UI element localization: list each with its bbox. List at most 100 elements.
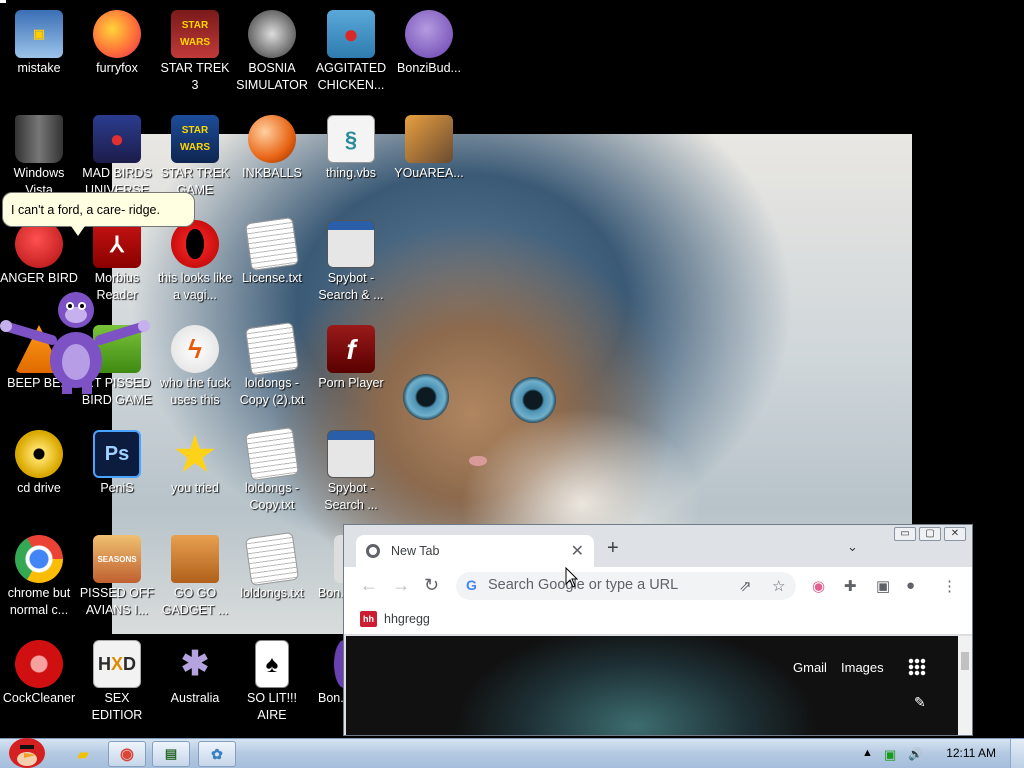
pdf-reader-icon: ⅄ [93, 220, 141, 268]
bookmark-star-icon[interactable]: ☆ [772, 577, 785, 595]
mouse-cursor [565, 567, 579, 588]
chrome-icon: ◉ [120, 746, 134, 763]
angry-bird-icon: ● [327, 10, 375, 58]
puzzle-extensions-icon[interactable]: ✚ [844, 577, 857, 595]
desktop-icon-anger-bird[interactable]: ANGER BIRD [0, 220, 78, 287]
desktop-icon-youarea[interactable]: YOuAREA... [390, 115, 468, 182]
maximize-button[interactable]: ▢ [919, 527, 941, 541]
bonzi-buddy-character[interactable] [0, 282, 150, 394]
desktop-icon-inkballs[interactable]: INKBALLS [233, 115, 311, 182]
close-window-button[interactable]: ✕ [944, 527, 966, 541]
gmail-link[interactable]: Gmail [793, 660, 827, 675]
new-tab-button[interactable]: + [607, 537, 619, 560]
desktop-icon-loldongs-copy-2[interactable]: loldongs - Copy (2).txt [233, 321, 311, 409]
minimize-button[interactable]: ▭ [894, 527, 916, 541]
desktop-icon-license-txt[interactable]: License.txt [233, 216, 311, 287]
desktop-icon-bosnia-simulator[interactable]: BOSNIA SIMULATOR [233, 10, 311, 94]
bookmarks-bar: hh hhgregg [344, 605, 972, 635]
desktop-icon-pissed-off-avians[interactable]: SEASONS PISSED OFF AVIANS I... [78, 535, 156, 619]
desktop-icon-bon-partial-2[interactable]: Bon... [300, 640, 344, 707]
tab-new-tab[interactable]: New Tab ✕ [356, 535, 594, 567]
flash-icon: f [327, 325, 375, 373]
scrollbar-thumb[interactable] [961, 652, 969, 670]
solitaire-icon: ♠ [255, 640, 289, 688]
new-tab-page: Gmail Images ✎ [346, 636, 958, 735]
customize-pencil-icon[interactable]: ✎ [914, 694, 926, 711]
desktop-icon-opera[interactable]: this looks like a vagi... [156, 220, 234, 304]
profile-avatar-icon[interactable]: ● [906, 577, 915, 594]
photoshop-icon: Ps [93, 430, 141, 478]
star-icon: ★ [174, 427, 216, 480]
google-g-icon: G [466, 577, 477, 593]
back-icon[interactable]: ← [360, 575, 378, 596]
desktop-icon-cd-drive[interactable]: cd drive [0, 430, 78, 497]
winamp-icon: ϟ [171, 325, 219, 373]
computer-icon: ▣ [15, 10, 63, 58]
app-icon [405, 115, 453, 163]
side-panel-icon[interactable]: ▣ [876, 577, 890, 595]
window-controls: ▭ ▢ ✕ [894, 527, 966, 541]
desktop-icon-winamp[interactable]: ϟ who the fuck uses this [156, 325, 234, 409]
angry-birds-space-icon: ● [93, 115, 141, 163]
desktop-icon-thing-vbs[interactable]: § thing.vbs [312, 115, 390, 182]
script-icon: § [327, 115, 375, 163]
desktop-icon-mistake[interactable]: ▣ mistake [0, 10, 78, 77]
paint-icon: ✿ [211, 745, 223, 762]
reload-icon[interactable]: ↻ [424, 575, 439, 596]
images-link[interactable]: Images [841, 660, 884, 675]
vertical-scrollbar[interactable] [958, 636, 972, 735]
taskbar-clock[interactable]: 12:11 AM [946, 746, 996, 760]
recycle-bin-icon [15, 115, 63, 163]
google-apps-icon[interactable] [908, 658, 926, 676]
desktop-icon-bon-partial[interactable]: Bon... [300, 535, 344, 602]
speech-bubble-text: I can't a ford, a care- ridge. [11, 203, 160, 217]
desktop-icon-furryfox[interactable]: furryfox [78, 10, 156, 77]
taskbar-chrome[interactable]: ◉ [108, 741, 146, 767]
chrome-window[interactable]: ▭ ▢ ✕ New Tab ✕ + ⌄ ← → ↻ G Search Googl… [343, 524, 973, 736]
firefox-icon [93, 10, 141, 58]
desktop-icon-spybot-1[interactable]: Spybot - Search & ... [312, 220, 390, 304]
desktop-icon-porn-player[interactable]: f Porn Player [312, 325, 390, 392]
chrome-tab-icon [366, 544, 380, 558]
volume-icon[interactable]: 🔊 [908, 747, 923, 761]
star-wars-icon: STAR WARS [171, 10, 219, 58]
forward-icon[interactable]: → [392, 575, 410, 596]
tab-search-chevron-icon[interactable]: ⌄ [847, 539, 858, 555]
spybot-icon [327, 220, 375, 268]
desktop-icon-sex-editior[interactable]: HXD SEX EDITIOR [78, 640, 156, 724]
desktop-icon-mad-birds-universe[interactable]: ● MAD BIRDS UNIVERSE [78, 115, 156, 199]
bonzi-icon [405, 10, 453, 58]
desktop-icon-go-go-gadget[interactable]: GO GO GADGET ... [156, 535, 234, 619]
extension-icon[interactable]: ◉ [812, 577, 825, 595]
text-file-icon [244, 321, 300, 377]
desktop-icon-aggitated-chicken[interactable]: ● AGGITATED CHICKEN... [312, 10, 390, 94]
terminal-icon: ▤ [164, 746, 178, 761]
bookmark-hhgregg[interactable]: hhgregg [384, 612, 430, 626]
corner-mark [0, 0, 6, 3]
share-icon[interactable]: ⇗ [739, 577, 752, 595]
desktop-icon-star-trek-3[interactable]: STAR WARS STAR TREK 3 [156, 10, 234, 94]
omnibox-placeholder: Search Google or type a URL [488, 577, 679, 593]
taskbar-paint[interactable]: ✿ [198, 741, 236, 767]
desktop-icon-chrome-but-normal[interactable]: chrome but normal c... [0, 535, 78, 619]
desktop-icon-australia[interactable]: ✱ Australia [156, 640, 234, 707]
spider-solitaire-icon: ✱ [180, 644, 210, 683]
desktop-icon-star-trek-game[interactable]: STAR WARS STAR TREK GAME [156, 115, 234, 199]
desktop-icon-loldongs-copy[interactable]: loldongs - Copy.txt [233, 426, 311, 514]
desktop-icon-cockcleaner[interactable]: CockCleaner [0, 640, 78, 707]
desktop-icon-windows-vista[interactable]: Windows Vista [0, 115, 78, 199]
kitten-nose [469, 456, 487, 466]
close-tab-icon[interactable]: ✕ [571, 541, 584, 561]
desktop-icon-you-tried[interactable]: ★ you tried [156, 430, 234, 497]
kitten-left-eye [403, 374, 449, 420]
taskbar-explorer[interactable]: ▰ [64, 741, 102, 767]
desktop-icon-penis[interactable]: Ps PeniS [78, 430, 156, 497]
taskbar-terminal[interactable]: ▤ [152, 741, 190, 767]
tray-expand-icon[interactable]: ▲ [862, 747, 873, 759]
desktop-icon-bonzibud[interactable]: BonziBud... [390, 10, 468, 77]
desktop-icon-spybot-2[interactable]: Spybot - Search ... [312, 430, 390, 514]
network-icon[interactable]: ▣ [884, 747, 896, 763]
show-desktop-button[interactable] [1010, 739, 1024, 768]
start-button[interactable] [2, 731, 52, 768]
menu-kebab-icon[interactable]: ⋮ [942, 577, 957, 595]
